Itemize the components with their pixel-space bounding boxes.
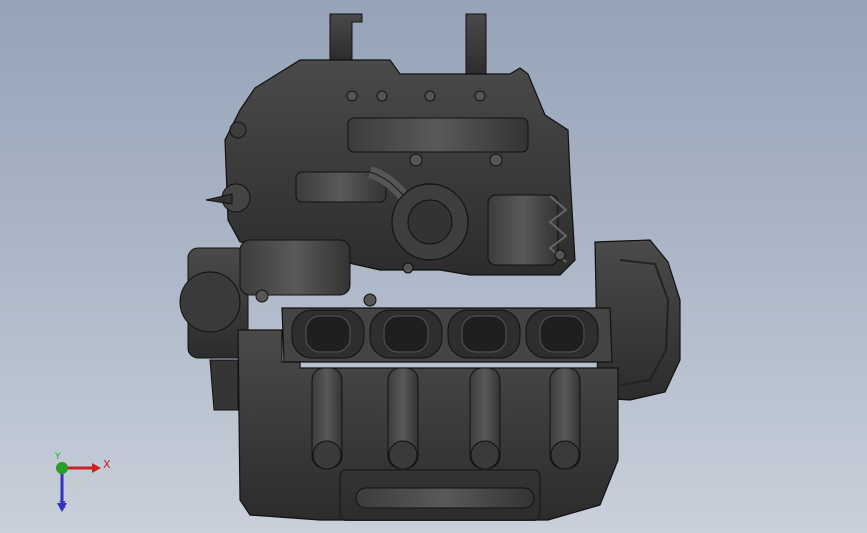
- engine-model[interactable]: [0, 0, 867, 533]
- x-axis-label: X: [103, 458, 111, 471]
- y-axis-label: Y: [55, 452, 61, 462]
- graphics-viewport[interactable]: X Y Z: [0, 0, 867, 533]
- coordinate-triad: X Y Z: [40, 448, 120, 518]
- z-axis-label: Z: [59, 500, 66, 511]
